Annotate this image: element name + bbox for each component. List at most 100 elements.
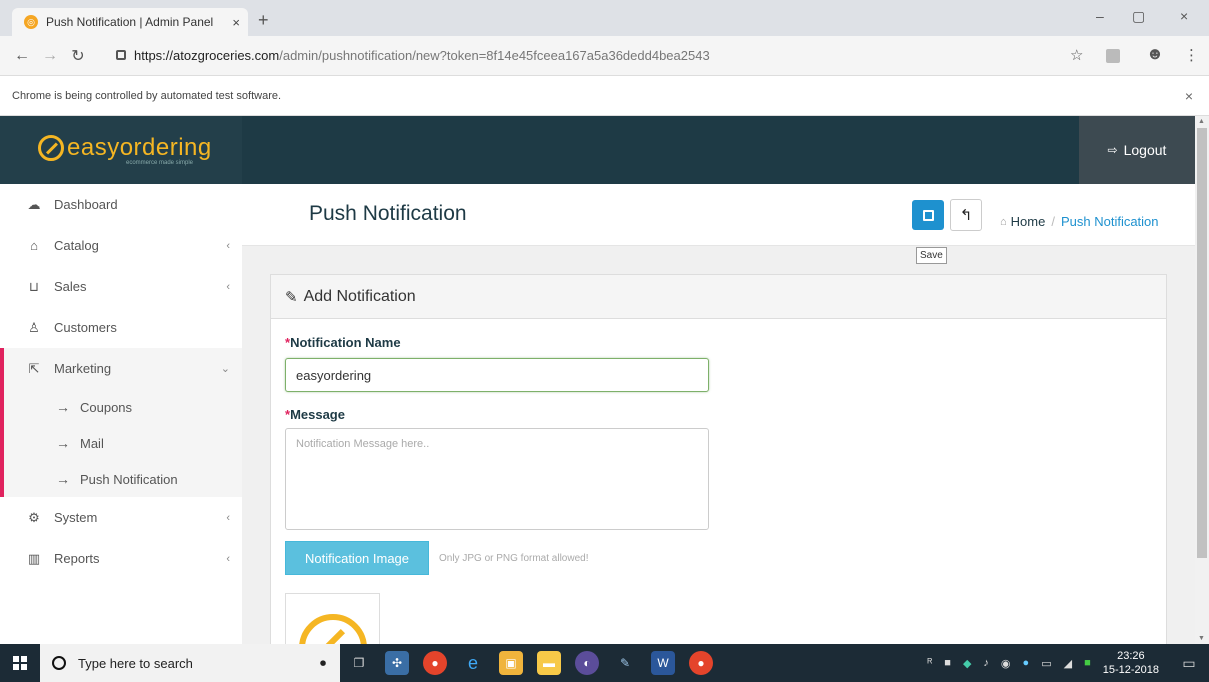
- arrow-right-icon: →: [56, 435, 70, 451]
- minimize-icon[interactable]: –: [1096, 8, 1104, 24]
- sidebar-item-reports[interactable]: ▥ Reports ‹: [0, 538, 242, 579]
- new-tab-button[interactable]: +: [258, 10, 269, 31]
- arrow-right-icon: →: [56, 399, 70, 415]
- microphone-icon[interactable]: ⏺: [320, 656, 326, 671]
- chevron-left-icon: ‹: [226, 552, 230, 565]
- infobar-close-icon[interactable]: ×: [1185, 88, 1193, 104]
- tray-circle-icon[interactable]: ◉: [1001, 657, 1011, 670]
- home-icon: ⌂: [1000, 215, 1007, 228]
- sidebar-item-label: Sales: [54, 279, 87, 294]
- start-button[interactable]: [0, 644, 40, 682]
- file-explorer-icon[interactable]: ▬: [537, 651, 561, 675]
- sidebar-item-label: System: [54, 510, 98, 525]
- paint-icon[interactable]: ✎: [613, 651, 637, 675]
- taskbar-clock[interactable]: 23:26 15-12-2018: [1103, 649, 1159, 677]
- notification-name-input[interactable]: [285, 358, 709, 392]
- reply-icon: ↰: [959, 207, 973, 224]
- extension-icon[interactable]: [1106, 49, 1120, 63]
- window-close-icon[interactable]: ×: [1180, 8, 1188, 24]
- scroll-down-icon[interactable]: ▼: [1198, 635, 1205, 642]
- tab-title: Push Notification | Admin Panel: [46, 15, 214, 29]
- save-tooltip: Save: [916, 247, 947, 264]
- sidebar-item-customers[interactable]: ♙ Customers: [0, 307, 242, 348]
- tray-green-icon[interactable]: ■: [1084, 657, 1091, 669]
- logo-tagline: ecommerce made simple: [126, 160, 194, 166]
- message-label: *Message: [285, 407, 709, 422]
- main-content: Push Notification ↰ ⌂ Home / Push Notifi…: [242, 184, 1195, 644]
- profile-icon[interactable]: ☻: [1146, 44, 1164, 64]
- url-host: https://atozgroceries.com: [134, 47, 280, 63]
- tab-close-icon[interactable]: ×: [232, 15, 240, 30]
- panel-body: *Notification Name *Message Notification…: [285, 335, 709, 644]
- tag-icon: ⌂: [30, 238, 38, 253]
- breadcrumb-separator: /: [1051, 214, 1055, 229]
- wifi-icon[interactable]: ◢: [1064, 657, 1072, 670]
- taskbar-search[interactable]: Type here to search ⏺: [40, 644, 340, 682]
- scroll-up-icon[interactable]: ▲: [1198, 118, 1205, 125]
- scrollbar-thumb[interactable]: [1197, 128, 1207, 558]
- task-view-icon[interactable]: ❐: [347, 651, 371, 675]
- sidebar-item-system[interactable]: ⚙ System ‹: [0, 497, 242, 538]
- chevron-left-icon: ‹: [226, 280, 230, 293]
- star-icon[interactable]: ☆: [1070, 46, 1083, 64]
- url-bar[interactable]: https://atozgroceries.com/admin/pushnoti…: [116, 41, 1076, 69]
- lock-icon: [116, 50, 126, 60]
- app-icon-1[interactable]: ✣: [385, 651, 409, 675]
- logo-icon: [38, 135, 64, 161]
- breadcrumb: ⌂ Home / Push Notification: [1000, 214, 1159, 229]
- forward-arrow-icon[interactable]: →: [36, 47, 64, 65]
- logo[interactable]: easyordering ecommerce made simple: [0, 116, 242, 184]
- bar-chart-icon: ▥: [27, 550, 41, 566]
- share-icon: ⇱: [28, 360, 40, 376]
- page-title: Push Notification: [309, 202, 467, 225]
- cortana-icon: [52, 656, 66, 670]
- back-arrow-icon[interactable]: ←: [8, 47, 36, 65]
- volume-icon[interactable]: ♪: [983, 657, 989, 669]
- chrome-active-icon[interactable]: ●: [689, 651, 713, 675]
- save-icon: [922, 209, 934, 221]
- reload-icon[interactable]: ↻: [64, 46, 92, 66]
- breadcrumb-current[interactable]: Push Notification: [1061, 214, 1159, 229]
- sidebar-item-marketing[interactable]: ⇱ Marketing ⌄: [0, 348, 242, 389]
- page-scrollbar[interactable]: ▲ ▼: [1195, 116, 1209, 644]
- store-icon[interactable]: ▣: [499, 651, 523, 675]
- defender-icon[interactable]: ◆: [963, 657, 971, 670]
- browser-tab[interactable]: ◎ Push Notification | Admin Panel ×: [12, 8, 248, 36]
- word-icon[interactable]: W: [651, 651, 675, 675]
- address-toolbar: ← → ↻ https://atozgroceries.com/admin/pu…: [0, 36, 1209, 76]
- eclipse-icon[interactable]: ◐: [575, 651, 599, 675]
- sidebar-item-dashboard[interactable]: ☁ Dashboard: [0, 184, 242, 225]
- logout-button[interactable]: ⇨ Logout: [1079, 116, 1195, 184]
- sidebar-item-label: Marketing: [54, 361, 112, 376]
- ie-icon[interactable]: e: [461, 651, 485, 675]
- back-button[interactable]: ↰: [950, 199, 982, 231]
- sidebar-subitem-push-notification[interactable]: → Push Notification: [0, 461, 242, 497]
- clock-date: 15-12-2018: [1102, 664, 1159, 676]
- save-button[interactable]: [912, 200, 944, 230]
- restore-icon[interactable]: ▢: [1132, 8, 1145, 25]
- notification-image-button[interactable]: Notification Image: [285, 541, 429, 575]
- chrome-icon[interactable]: ●: [423, 651, 447, 675]
- sidebar-item-sales[interactable]: ⊔ Sales ‹: [0, 266, 242, 307]
- sidebar-subitem-coupons[interactable]: → Coupons: [0, 389, 242, 425]
- cog-icon: ⚙: [28, 509, 40, 525]
- tray-app-icon[interactable]: ■: [944, 657, 951, 669]
- system-tray: ᴿ ■ ◆ ♪ ◉ ● ▭ ◢ ■ 23:26 15-12-2018 ▭: [921, 644, 1209, 682]
- infobar-text: Chrome is being controlled by automated …: [12, 89, 282, 102]
- logo-image-icon: [299, 614, 367, 644]
- menu-dots-icon[interactable]: ⋮: [1184, 46, 1199, 64]
- breadcrumb-home[interactable]: Home: [1011, 214, 1046, 229]
- sidebar-item-catalog[interactable]: ⌂ Catalog ‹: [0, 225, 242, 266]
- network-icon[interactable]: ●: [1023, 657, 1030, 669]
- action-center-icon[interactable]: ▭: [1169, 644, 1209, 682]
- message-textarea[interactable]: [285, 428, 709, 530]
- windows-taskbar: Type here to search ⏺ ❐ ✣ ● e ▣ ▬ ◐ ✎ W …: [0, 644, 1209, 682]
- image-upload-row: Notification Image Only JPG or PNG forma…: [285, 541, 709, 575]
- chevron-left-icon: ‹: [226, 511, 230, 524]
- people-icon[interactable]: ᴿ: [927, 657, 932, 669]
- panel-title: Add Notification: [303, 287, 416, 305]
- sidebar-subitem-mail[interactable]: → Mail: [0, 425, 242, 461]
- battery-icon[interactable]: ▭: [1041, 657, 1051, 670]
- image-thumbnail[interactable]: [285, 593, 380, 644]
- app-header: easyordering ecommerce made simple ⇨ Log…: [0, 116, 1195, 184]
